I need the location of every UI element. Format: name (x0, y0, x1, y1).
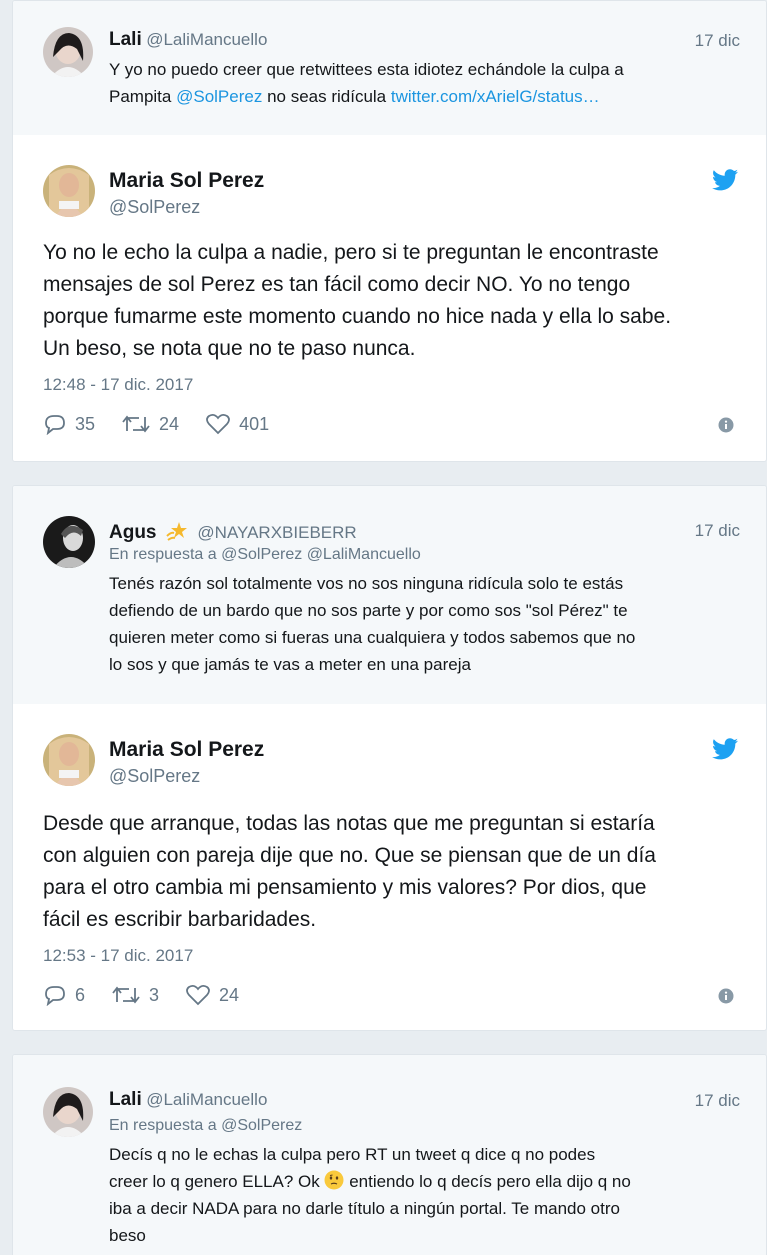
retweet-button[interactable]: 3 (111, 984, 159, 1006)
reply-prefix: En respuesta a (109, 546, 217, 563)
tweet-date[interactable]: 17 dic (695, 1091, 740, 1111)
star-icon (166, 522, 187, 541)
tweet-text-line: Un beso, se nota que no te paso nunca. (43, 337, 416, 360)
tweet-text-line: creer lo q genero ELLA? Ok entiendo lo q… (109, 1168, 631, 1195)
thinking-emoji (324, 1170, 344, 1190)
text-fragment: entiendo lo q decís pero ella dijo q no (344, 1172, 631, 1191)
tweet-text-line: defiendo de un bardo que no sos parte y … (109, 601, 628, 620)
author-handle[interactable]: @SolPerez (109, 766, 264, 787)
tweet-text-line: Pampita @SolPerez no seas ridícula twitt… (109, 83, 624, 110)
tweet-card-2: Agus @NAYARXBIEBERR 17 dic En respuesta … (12, 485, 767, 1031)
author-handle[interactable]: @SolPerez (109, 197, 264, 218)
tweet-text: Tenés razón sol totalmente vos no sos ni… (109, 570, 635, 678)
tweet-text: Y yo no puedo creer que retwittees esta … (109, 56, 624, 110)
tweet-text-line: Decís q no le echas la culpa pero RT un … (109, 1145, 596, 1164)
author-handle[interactable]: @NAYARXBIEBERR (197, 523, 356, 542)
author-name[interactable]: Lali (109, 1089, 142, 1110)
tweet-text-line: Tenés razón sol totalmente vos no sos ni… (109, 574, 624, 593)
tweet-timestamp[interactable]: 12:48 - 17 dic. 2017 (43, 375, 193, 395)
tweet-card-3: Lali @LaliMancuello 17 dic En respuesta … (12, 1054, 767, 1255)
twitter-bird-icon[interactable] (712, 169, 738, 196)
tweet-text-line: lo sos y que jamás te vas a meter en una… (109, 655, 471, 674)
info-icon[interactable] (718, 417, 734, 438)
avatar[interactable] (43, 516, 95, 568)
in-reply-to: En respuesta a @SolPerez @LaliMancuello (109, 546, 421, 564)
tweet-date[interactable]: 17 dic (695, 31, 740, 51)
tweet-text-line: iba a decir NADA para no darle título a … (109, 1199, 620, 1218)
reply-tweet-lali-2[interactable]: Lali @LaliMancuello 17 dic En respuesta … (13, 1055, 766, 1255)
mention-link[interactable]: @SolPerez (176, 87, 262, 106)
main-tweet: Maria Sol Perez @SolPerez Desde que arra… (13, 704, 766, 1030)
avatar[interactable] (43, 27, 93, 77)
like-count: 24 (219, 984, 240, 1005)
like-button[interactable]: 401 (205, 413, 269, 435)
tweet-text: Yo no le echo la culpa a nadie, pero si … (43, 237, 671, 365)
tweet-text-line: para el otro cambia mi pensamiento y mis… (43, 876, 647, 899)
in-reply-to: En respuesta a @SolPerez (109, 1117, 302, 1135)
retweet-button[interactable]: 24 (121, 413, 179, 435)
author-name[interactable]: Maria Sol Perez (109, 169, 264, 193)
reply-to-handles[interactable]: @SolPerez @LaliMancuello (221, 546, 421, 563)
tweet-text: Decís q no le echas la culpa pero RT un … (109, 1141, 631, 1249)
main-tweet: Maria Sol Perez @SolPerez Yo no le echo … (13, 135, 766, 461)
like-count: 401 (239, 413, 270, 434)
text-fragment: creer lo q genero ELLA? Ok (109, 1172, 325, 1191)
tweet-card-1: Lali @LaliMancuello 17 dic Y yo no puedo… (12, 0, 767, 462)
reply-tweet-lali[interactable]: Lali @LaliMancuello 17 dic Y yo no puedo… (13, 1, 766, 135)
status-link[interactable]: twitter.com/xArielG/status… (391, 87, 600, 106)
tweet-text-line: porque fumarme este momento cuando no hi… (43, 305, 672, 328)
tweet-text-line: mensajes de sol Perez es tan fácil como … (43, 273, 631, 296)
author-handle[interactable]: @LaliMancuello (146, 30, 267, 49)
author-name[interactable]: Maria Sol Perez (109, 738, 264, 762)
tweet-actions: 6 3 24 (43, 984, 265, 1006)
author-handle[interactable]: @LaliMancuello (146, 1090, 267, 1109)
avatar[interactable] (43, 734, 95, 786)
text-fragment: no seas ridícula (262, 87, 391, 106)
tweet-text-line: con alguien con pareja dije que no. Que … (43, 844, 656, 867)
tweet-text-line: quieren meter como si fueras una cualqui… (109, 628, 636, 647)
like-icon (186, 984, 210, 1006)
author-name[interactable]: Lali (109, 29, 142, 50)
avatar[interactable] (43, 1087, 93, 1137)
retweet-count: 3 (149, 984, 160, 1005)
tweet-date[interactable]: 17 dic (695, 521, 740, 541)
like-icon (206, 413, 230, 435)
text-fragment: Pampita (109, 87, 177, 106)
reply-to-handles[interactable]: @SolPerez (221, 1117, 302, 1134)
reply-prefix: En respuesta a (109, 1117, 217, 1134)
reply-icon (45, 415, 65, 435)
tweet-text-line: Yo no le echo la culpa a nadie, pero si … (43, 241, 659, 264)
avatar[interactable] (43, 165, 95, 217)
retweet-count: 24 (159, 413, 180, 434)
tweet-text-line: fácil es escribir barbaridades. (43, 908, 317, 931)
reply-button[interactable]: 6 (43, 984, 85, 1006)
retweet-icon (122, 415, 150, 433)
reply-icon (45, 986, 65, 1006)
reply-tweet-agus[interactable]: Agus @NAYARXBIEBERR 17 dic En respuesta … (13, 486, 766, 704)
tweet-text-line: Y yo no puedo creer que retwittees esta … (109, 60, 624, 79)
like-button[interactable]: 24 (185, 984, 239, 1006)
reply-count: 6 (75, 984, 86, 1005)
tweet-timestamp[interactable]: 12:53 - 17 dic. 2017 (43, 946, 193, 966)
info-icon[interactable] (718, 988, 734, 1009)
author-name[interactable]: Agus (109, 522, 157, 543)
retweet-icon (112, 986, 140, 1004)
tweet-text-line: Desde que arranque, todas las notas que … (43, 812, 655, 835)
tweet-text-line: beso (109, 1226, 146, 1245)
reply-button[interactable]: 35 (43, 413, 95, 435)
reply-count: 35 (75, 413, 96, 434)
twitter-bird-icon[interactable] (712, 738, 738, 765)
tweet-actions: 35 24 401 (43, 413, 295, 435)
tweet-text: Desde que arranque, todas las notas que … (43, 808, 656, 936)
